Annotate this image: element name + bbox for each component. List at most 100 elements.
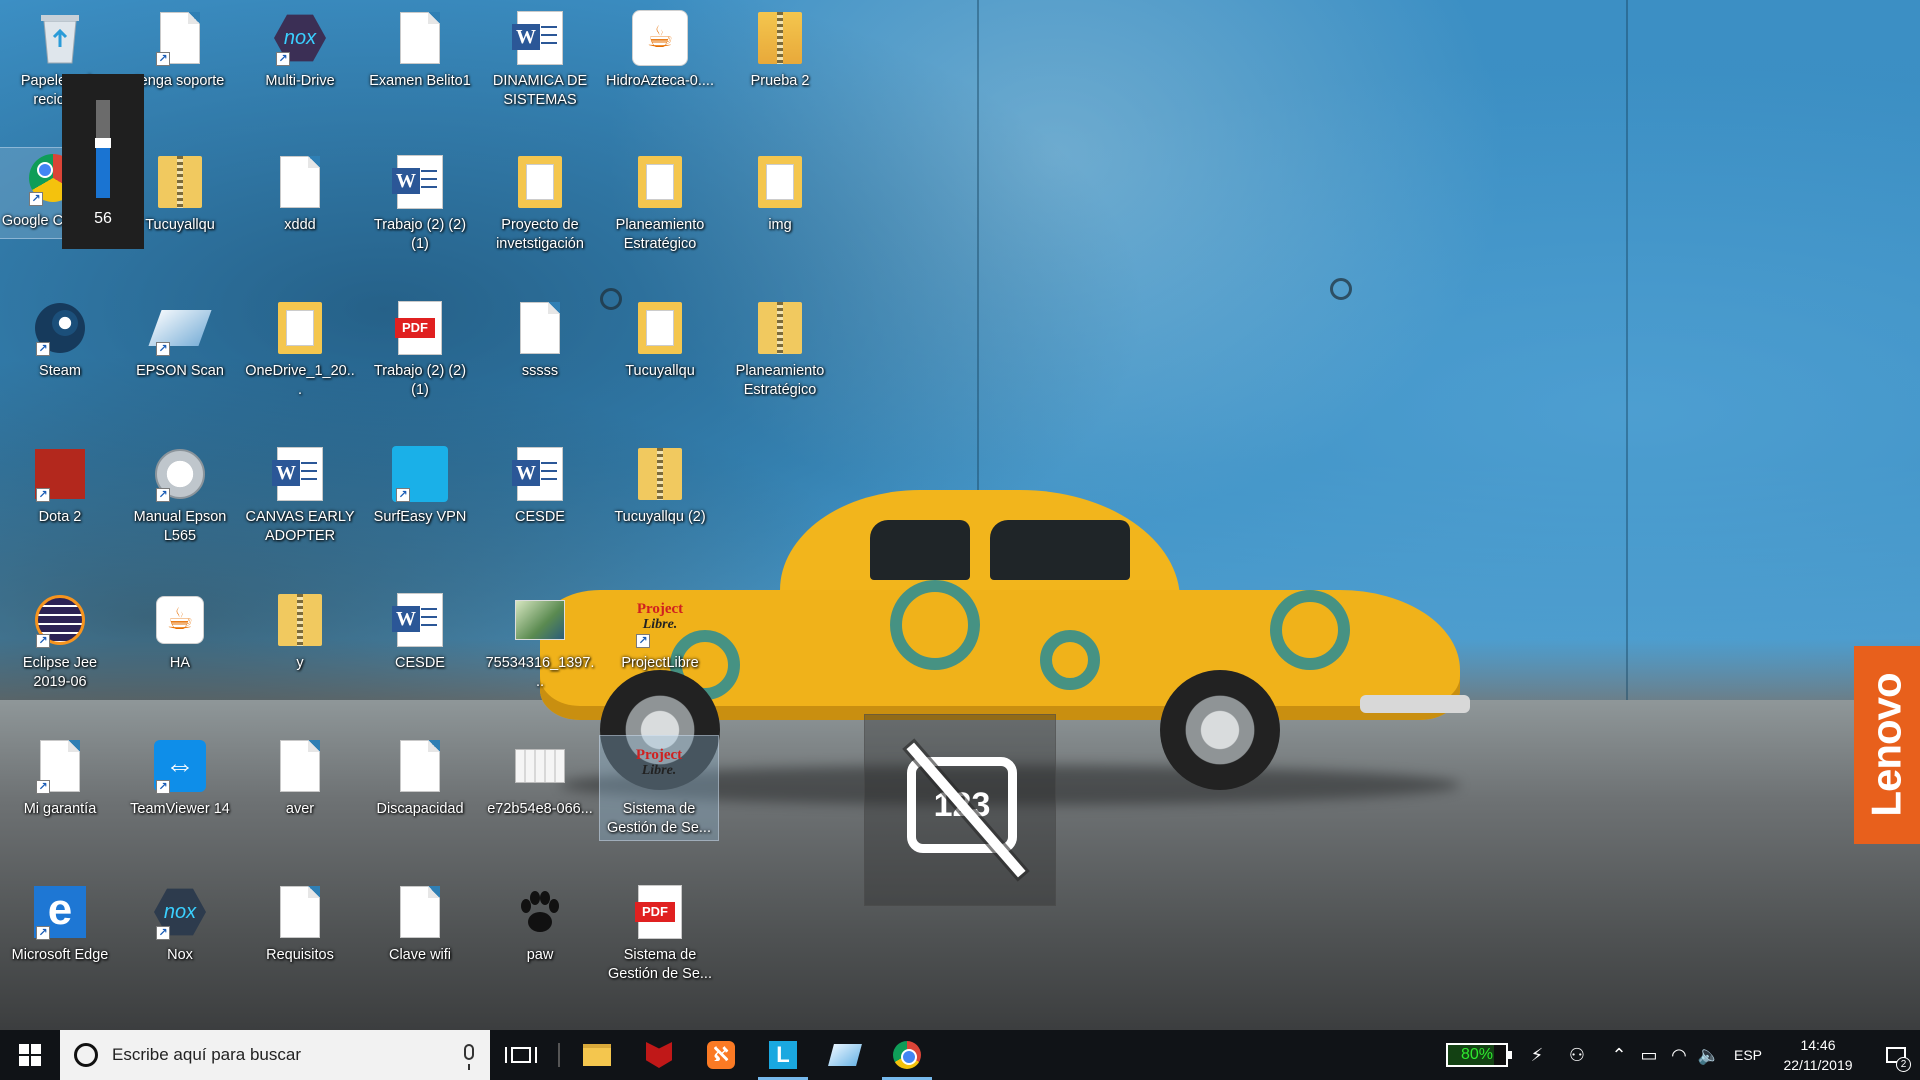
desktop-icon-label: 75534316_1397... [485, 655, 595, 690]
desktop-icon-label: e72b54e8-066... [487, 801, 593, 817]
desktop-icon-examen-belito1[interactable]: Examen Belito1 [365, 8, 475, 91]
folder-icon [758, 156, 802, 208]
desktop-icon-proyecto-de-investigacion[interactable]: Proyecto de invetstigación [485, 152, 595, 254]
desktop-icon-discapacidad[interactable]: Discapacidad [365, 736, 475, 819]
lenovo-badge: Lenovo [1854, 646, 1920, 844]
taskbar-l-app[interactable]: L [752, 1030, 814, 1080]
shortcut-arrow-icon: ↗ [276, 52, 290, 66]
shortcut-arrow-icon: ↗ [36, 488, 50, 502]
desktop-icon-projectlibre[interactable]: Project Libre. ↗ ProjectLibre [605, 590, 715, 673]
taskbar-epson[interactable] [814, 1030, 876, 1080]
action-center-button[interactable]: 2 [1872, 1030, 1920, 1080]
desktop-icon-multi-drive[interactable]: nox ↗ Multi-Drive [245, 8, 355, 91]
word-icon: W [272, 447, 323, 501]
volume-slider[interactable] [95, 100, 111, 198]
document-icon [280, 886, 320, 938]
desktop-icon-label: Examen Belito1 [369, 73, 471, 89]
shortcut-arrow-icon: ↗ [156, 52, 170, 66]
desktop-icon-teamviewer[interactable]: ⇔ ↗ TeamViewer 14 [125, 736, 235, 819]
desktop-icon-eclipse[interactable]: ↗ Eclipse Jee 2019-06 [5, 590, 115, 692]
desktop-icon-label: Planeamiento Estratégico [735, 363, 825, 398]
desktop-icon-hidroazteca[interactable]: ☕ HidroAzteca-0.... [605, 8, 715, 91]
taskbar-chrome[interactable] [876, 1030, 938, 1080]
volume-flyout[interactable]: 56 [62, 74, 144, 249]
wall-hole [1330, 278, 1352, 300]
windows-logo-icon [19, 1044, 41, 1066]
desktop-icon-dinamica-de-sistemas[interactable]: W DINAMICA DE SISTEMAS [485, 8, 595, 110]
desktop-icon-label: HidroAzteca-0.... [606, 73, 714, 89]
desktop-icon-sistema-de-gestion-pl[interactable]: Project Libre. Sistema de Gestión de Se..… [599, 735, 719, 841]
desktop-icon-canvas-early-adopter[interactable]: W CANVAS EARLY ADOPTER [245, 444, 355, 546]
desktop-icon-xddd[interactable]: xddd [245, 152, 355, 235]
desktop-icon-manual-epson[interactable]: ↗ Manual Epson L565 [125, 444, 235, 546]
desktop-icon-cesde-1[interactable]: W CESDE [485, 444, 595, 527]
lenovo-logo: Lenovo [1863, 673, 1910, 817]
desktop-icon-image-e72b54e8[interactable]: e72b54e8-066... [485, 736, 595, 819]
speaker-icon[interactable]: 🔈 [1694, 1045, 1724, 1066]
wifi-icon[interactable]: ◠ [1664, 1045, 1694, 1066]
cortana-icon [74, 1043, 98, 1067]
desktop-icon-label: Proyecto de invetstigación [496, 217, 584, 252]
desktop-icon-planeamiento-folder[interactable]: Planeamiento Estratégico [605, 152, 715, 254]
desktop-icon-label: DINAMICA DE SISTEMAS [492, 73, 588, 108]
desktop-icon-image-75534316[interactable]: 75534316_1397... [485, 590, 595, 692]
clock[interactable]: 14:46 22/11/2019 [1778, 1035, 1858, 1075]
zip-icon [758, 302, 802, 354]
desktop-icon-microsoft-edge[interactable]: e ↗ Microsoft Edge [5, 882, 115, 965]
desktop-icon-tucuyallqu-2[interactable]: Tucuyallqu (2) [605, 444, 715, 527]
desktop-icon-paw[interactable]: paw [485, 882, 595, 965]
show-hidden-icons-chevron-icon[interactable]: ⌃ [1604, 1045, 1634, 1066]
file-explorer-icon [583, 1044, 611, 1066]
desktop-icon-label: Multi-Drive [265, 73, 335, 89]
desktop-icon-label: Planeamiento Estratégico [615, 217, 705, 252]
start-button[interactable] [0, 1030, 60, 1080]
desktop-icon-label: SurfEasy VPN [373, 509, 467, 525]
desktop-icon-label: paw [526, 947, 554, 963]
desktop-icon-planeamiento-zip[interactable]: Planeamiento Estratégico [725, 298, 835, 400]
battery-percent: 80% [1460, 1046, 1493, 1063]
java-icon: ☕ [156, 596, 204, 644]
desktop-icon-requisitos[interactable]: Requisitos [245, 882, 355, 965]
desktop-icon-trabajo-word[interactable]: W Trabajo (2) (2) (1) [365, 152, 475, 254]
desktop-icon-trabajo-pdf[interactable]: PDF Trabajo (2) (2) (1) [365, 298, 475, 400]
desktop-icon-epson-scan[interactable]: ↗ EPSON Scan [125, 298, 235, 381]
desktop-icon-label: EPSON Scan [136, 363, 224, 379]
battery-meter[interactable]: 80% [1445, 1043, 1512, 1067]
desktop-icon-sistema-de-gestion-pdf[interactable]: PDF Sistema de Gestión de Se... [605, 882, 715, 984]
task-view-button[interactable] [490, 1030, 552, 1080]
taskbar-xampp[interactable]: ℵ [690, 1030, 752, 1080]
clock-date: 22/11/2019 [1783, 1057, 1853, 1073]
desktop-icon-mi-garantia[interactable]: ↗ Mi garantía [5, 736, 115, 819]
desktop-icon-label: xddd [284, 217, 316, 233]
desktop-icon-label: Microsoft Edge [11, 947, 109, 963]
desktop-icon-onedrive[interactable]: OneDrive_1_20... [245, 298, 355, 400]
taskbar-file-explorer[interactable] [566, 1030, 628, 1080]
taskbar-mcafee[interactable] [628, 1030, 690, 1080]
battery-icon[interactable]: ▭ [1634, 1045, 1664, 1066]
volume-thumb[interactable] [95, 138, 111, 148]
zip-icon [158, 156, 202, 208]
desktop-icon-cesde-2[interactable]: W CESDE [365, 590, 475, 673]
desktop-icon-surfeasy-vpn[interactable]: ↗ SurfEasy VPN [365, 444, 475, 527]
desktop-icon-sssss[interactable]: sssss [485, 298, 595, 381]
desktop-icon-clave-wifi[interactable]: Clave wifi [365, 882, 475, 965]
desktop-icon-label: Trabajo (2) (2) (1) [373, 217, 467, 252]
power-plug-icon[interactable]: ⚡ [1522, 1045, 1552, 1066]
desktop-icon-y[interactable]: y [245, 590, 355, 673]
desktop-icon-steam[interactable]: ↗ Steam [5, 298, 115, 381]
shortcut-arrow-icon: ↗ [36, 342, 50, 356]
search-input[interactable] [112, 1045, 442, 1065]
desktop-icon-ha[interactable]: ☕ HA [125, 590, 235, 673]
desktop-icon-dota-2[interactable]: ↗ Dota 2 [5, 444, 115, 527]
language-indicator[interactable]: ESP [1734, 1047, 1762, 1063]
desktop-icon-label: Mi garantía [23, 801, 97, 817]
desktop-icon-aver[interactable]: aver [245, 736, 355, 819]
desktop-icon-nox[interactable]: nox ↗ Nox [125, 882, 235, 965]
microphone-icon[interactable] [464, 1044, 474, 1070]
desktop-icon-tucuyallqu-folder[interactable]: Tucuyallqu [605, 298, 715, 381]
desktop-icon-label: sssss [521, 363, 559, 379]
search-box[interactable] [60, 1030, 490, 1080]
desktop-icon-prueba-2[interactable]: Prueba 2 [725, 8, 835, 91]
people-icon[interactable]: ⚇ [1562, 1045, 1592, 1066]
desktop-icon-img[interactable]: img [725, 152, 835, 235]
